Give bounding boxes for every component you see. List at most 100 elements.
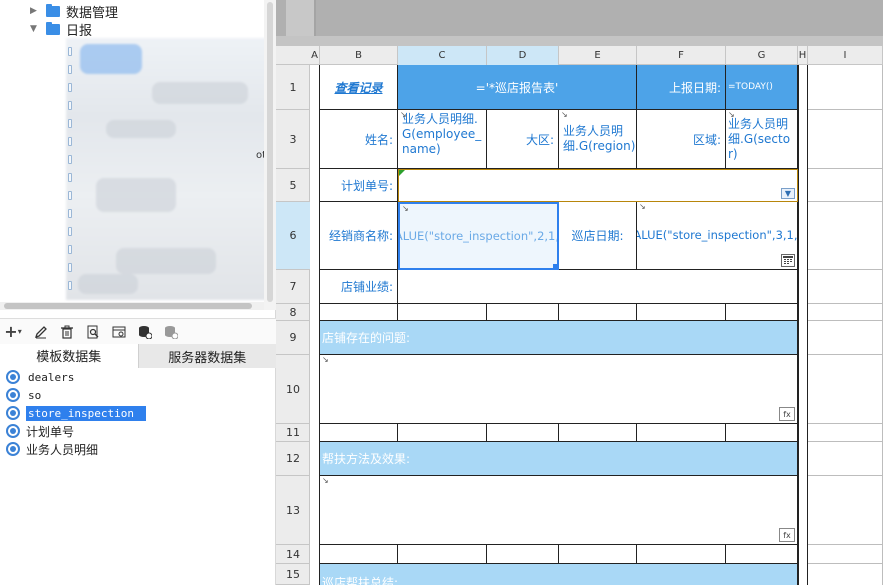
column-header-e[interactable]: E (559, 46, 637, 65)
cell-i6[interactable] (808, 202, 883, 270)
cell-b3-name-label[interactable]: 姓名: (320, 110, 398, 169)
cell-b13-support-input[interactable]: ↘ fx (320, 476, 798, 545)
cell-e8[interactable] (559, 304, 637, 321)
cell-f3-sector-label[interactable]: 区域: (637, 110, 726, 169)
row-header-11[interactable]: 11 (276, 424, 310, 442)
cell-c3-employee[interactable]: ↘ 业务人员明细.G(employee_name) (398, 110, 487, 169)
expand-arrow-icon[interactable]: ▶ (30, 6, 40, 16)
row-header-1[interactable]: 1 (276, 65, 310, 110)
cell-f14[interactable] (637, 545, 726, 564)
db-add-icon[interactable] (136, 323, 154, 341)
cell-b7-performance-label[interactable]: 店铺业绩: (320, 270, 398, 304)
cell-g14[interactable] (726, 545, 798, 564)
dataset-item-staff-detail[interactable]: 业务人员明细 (0, 440, 276, 458)
cell-c1-title[interactable]: ='*巡店报告表' (398, 65, 637, 110)
cell-g3-sector[interactable]: ↘ 业务人员明细.G(sector) (726, 110, 798, 169)
cell-c6-dealer-selected[interactable]: ↘ =VALUE("store_inspection",2,1,C5) (398, 202, 559, 270)
column-header-a[interactable]: A (310, 46, 320, 65)
edit-icon[interactable] (32, 323, 50, 341)
cell-i9[interactable] (808, 321, 883, 355)
cell-b5-plan-label[interactable]: 计划单号: (320, 169, 398, 202)
dropdown-widget-icon[interactable]: ▼ (781, 188, 795, 199)
preview-icon[interactable] (84, 323, 102, 341)
formula-editor-icon[interactable]: fx (779, 528, 795, 542)
row-header-13[interactable]: 13 (276, 476, 310, 545)
column-header-b[interactable]: B (320, 46, 398, 65)
cell-e11[interactable] (559, 424, 637, 442)
cell-b6-dealer-label[interactable]: 经销商名称: (320, 202, 398, 270)
cell-b9-store-issues[interactable]: 店铺存在的问题: (320, 321, 798, 355)
tree-horizontal-scrollbar[interactable] (0, 302, 264, 310)
cell-b1-view-records[interactable]: 查看记录 (320, 65, 398, 110)
cell-b8[interactable] (320, 304, 398, 321)
cell-i3[interactable] (808, 110, 883, 169)
cell-i7[interactable] (808, 270, 883, 304)
column-header-d[interactable]: D (487, 46, 559, 65)
row-header-8[interactable]: 8 (276, 304, 310, 321)
row-header-3[interactable]: 3 (276, 110, 310, 169)
column-header-h[interactable]: H (798, 46, 808, 65)
cell-g11[interactable] (726, 424, 798, 442)
column-header-c[interactable]: C (398, 46, 487, 65)
cell-i11[interactable] (808, 424, 883, 442)
row-header-12[interactable]: 12 (276, 442, 310, 476)
cell-d11[interactable] (487, 424, 559, 442)
cell-g8[interactable] (726, 304, 798, 321)
cell-i14[interactable] (808, 545, 883, 564)
row-header-6[interactable]: 6 (276, 202, 310, 270)
cell-d3-region-label[interactable]: 大区: (487, 110, 559, 169)
collapse-arrow-icon[interactable]: ▼ (30, 24, 40, 34)
cell-c7-performance[interactable] (398, 270, 798, 304)
dataset-item-store-inspection[interactable]: store_inspection (0, 404, 276, 422)
cell-c14[interactable] (398, 545, 487, 564)
cell-b14[interactable] (320, 545, 398, 564)
column-header-g[interactable]: G (726, 46, 798, 65)
tree-item-data-management[interactable]: ▶ 数据管理 (30, 2, 118, 21)
add-icon[interactable]: + ▾ (2, 322, 24, 341)
cell-b15-visit-summary[interactable]: 巡店帮扶总结: (320, 564, 798, 585)
column-header-f[interactable]: F (637, 46, 726, 65)
view-records-link[interactable]: 查看记录 (334, 79, 382, 96)
row-header-15[interactable]: 15 (276, 564, 310, 585)
cell-f6-visit-date[interactable]: ↘ =VALUE("store_inspection",3,1,C5) (637, 202, 798, 270)
cell-i8[interactable] (808, 304, 883, 321)
delete-icon[interactable] (58, 323, 76, 341)
cell-b11[interactable] (320, 424, 398, 442)
row-header-5[interactable]: 5 (276, 169, 310, 202)
dataset-item-dealers[interactable]: dealers (0, 368, 276, 386)
cell-i13[interactable] (808, 476, 883, 545)
db-icon[interactable] (162, 323, 180, 341)
cell-i5[interactable] (808, 169, 883, 202)
cell-c5-plan-number[interactable]: ▼ (398, 169, 798, 202)
tree-vertical-scrollbar[interactable] (264, 0, 276, 310)
row-header-14[interactable]: 14 (276, 545, 310, 564)
cell-d8[interactable] (487, 304, 559, 321)
cell-e3-region[interactable]: ↘ 业务人员明细.G(region) (559, 110, 637, 169)
calendar-icon[interactable] (781, 254, 795, 267)
cell-g1-today[interactable]: =TODAY() (726, 65, 798, 110)
cell-c11[interactable] (398, 424, 487, 442)
cell-i12[interactable] (808, 442, 883, 476)
tree-item-daily-report[interactable]: ▼ 日报 (30, 20, 92, 39)
tab-server-datasets[interactable]: 服务器数据集 (137, 344, 276, 368)
cell-b12-support-methods[interactable]: 帮扶方法及效果: (320, 442, 798, 476)
cell-i10[interactable] (808, 355, 883, 424)
cell-c8[interactable] (398, 304, 487, 321)
cell-f11[interactable] (637, 424, 726, 442)
cell-b10-issues-input[interactable]: ↘ fx (320, 355, 798, 424)
row-header-9[interactable]: 9 (276, 321, 310, 355)
dataset-icon[interactable] (110, 323, 128, 341)
fill-handle[interactable] (553, 264, 557, 268)
row-header-7[interactable]: 7 (276, 270, 310, 304)
cell-f8[interactable] (637, 304, 726, 321)
cell-i1[interactable] (808, 65, 883, 110)
cell-f1-report-date-label[interactable]: 上报日期: (637, 65, 726, 110)
cell-i15[interactable] (808, 564, 883, 585)
column-header-i[interactable]: I (808, 46, 883, 65)
cell-e14[interactable] (559, 545, 637, 564)
cell-e6-visit-date-label[interactable]: 巡店日期: (559, 202, 637, 270)
cell-d14[interactable] (487, 545, 559, 564)
dataset-item-so[interactable]: so (0, 386, 276, 404)
tab-template-datasets[interactable]: 模板数据集 (0, 344, 138, 368)
row-header-10[interactable]: 10 (276, 355, 310, 424)
